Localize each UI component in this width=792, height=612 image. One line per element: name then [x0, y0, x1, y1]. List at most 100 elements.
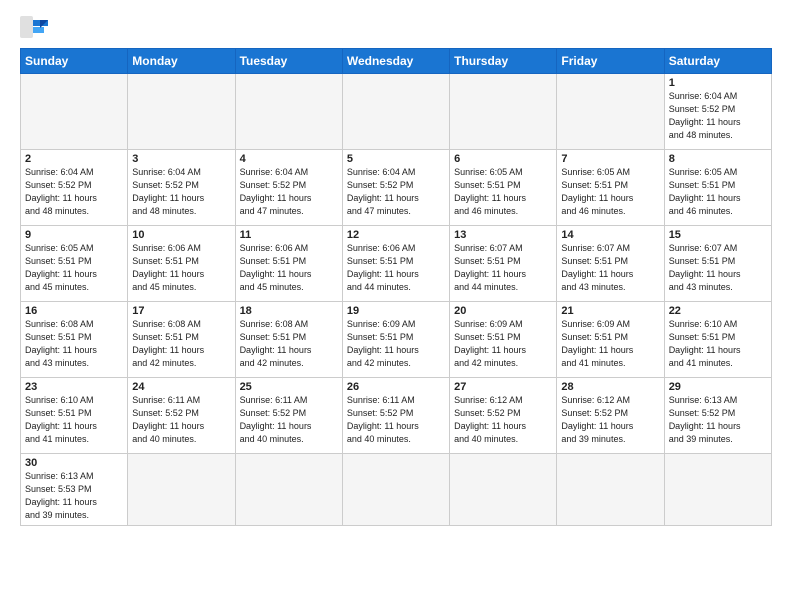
day-cell: 27Sunrise: 6:12 AM Sunset: 5:52 PM Dayli…	[450, 378, 557, 454]
day-cell: 21Sunrise: 6:09 AM Sunset: 5:51 PM Dayli…	[557, 302, 664, 378]
day-cell: 3Sunrise: 6:04 AM Sunset: 5:52 PM Daylig…	[128, 150, 235, 226]
day-number: 26	[347, 381, 445, 393]
header	[20, 16, 772, 38]
week-row-2: 2Sunrise: 6:04 AM Sunset: 5:52 PM Daylig…	[21, 150, 772, 226]
day-cell	[235, 454, 342, 526]
day-number: 22	[669, 305, 767, 317]
day-number: 19	[347, 305, 445, 317]
day-info: Sunrise: 6:11 AM Sunset: 5:52 PM Dayligh…	[347, 394, 445, 446]
day-info: Sunrise: 6:07 AM Sunset: 5:51 PM Dayligh…	[454, 242, 552, 294]
day-number: 2	[25, 153, 123, 165]
day-cell: 25Sunrise: 6:11 AM Sunset: 5:52 PM Dayli…	[235, 378, 342, 454]
day-cell: 18Sunrise: 6:08 AM Sunset: 5:51 PM Dayli…	[235, 302, 342, 378]
day-number: 6	[454, 153, 552, 165]
day-info: Sunrise: 6:07 AM Sunset: 5:51 PM Dayligh…	[669, 242, 767, 294]
day-number: 28	[561, 381, 659, 393]
day-number: 15	[669, 229, 767, 241]
day-cell: 22Sunrise: 6:10 AM Sunset: 5:51 PM Dayli…	[664, 302, 771, 378]
day-info: Sunrise: 6:13 AM Sunset: 5:53 PM Dayligh…	[25, 470, 123, 522]
day-info: Sunrise: 6:05 AM Sunset: 5:51 PM Dayligh…	[669, 166, 767, 218]
day-number: 23	[25, 381, 123, 393]
day-cell	[450, 454, 557, 526]
day-number: 7	[561, 153, 659, 165]
day-cell: 23Sunrise: 6:10 AM Sunset: 5:51 PM Dayli…	[21, 378, 128, 454]
day-number: 9	[25, 229, 123, 241]
day-cell	[342, 74, 449, 150]
day-cell: 14Sunrise: 6:07 AM Sunset: 5:51 PM Dayli…	[557, 226, 664, 302]
day-cell: 5Sunrise: 6:04 AM Sunset: 5:52 PM Daylig…	[342, 150, 449, 226]
week-row-5: 23Sunrise: 6:10 AM Sunset: 5:51 PM Dayli…	[21, 378, 772, 454]
day-cell	[128, 454, 235, 526]
day-number: 11	[240, 229, 338, 241]
day-info: Sunrise: 6:09 AM Sunset: 5:51 PM Dayligh…	[561, 318, 659, 370]
logo-icon	[20, 16, 48, 38]
day-cell: 15Sunrise: 6:07 AM Sunset: 5:51 PM Dayli…	[664, 226, 771, 302]
day-cell: 26Sunrise: 6:11 AM Sunset: 5:52 PM Dayli…	[342, 378, 449, 454]
day-info: Sunrise: 6:04 AM Sunset: 5:52 PM Dayligh…	[132, 166, 230, 218]
day-number: 5	[347, 153, 445, 165]
day-info: Sunrise: 6:04 AM Sunset: 5:52 PM Dayligh…	[347, 166, 445, 218]
weekday-header-thursday: Thursday	[450, 49, 557, 74]
day-number: 10	[132, 229, 230, 241]
day-info: Sunrise: 6:06 AM Sunset: 5:51 PM Dayligh…	[240, 242, 338, 294]
day-info: Sunrise: 6:11 AM Sunset: 5:52 PM Dayligh…	[132, 394, 230, 446]
day-number: 1	[669, 77, 767, 89]
day-cell	[557, 74, 664, 150]
day-number: 12	[347, 229, 445, 241]
calendar: SundayMondayTuesdayWednesdayThursdayFrid…	[20, 48, 772, 526]
day-cell: 2Sunrise: 6:04 AM Sunset: 5:52 PM Daylig…	[21, 150, 128, 226]
day-info: Sunrise: 6:05 AM Sunset: 5:51 PM Dayligh…	[25, 242, 123, 294]
day-number: 13	[454, 229, 552, 241]
weekday-header-wednesday: Wednesday	[342, 49, 449, 74]
day-info: Sunrise: 6:08 AM Sunset: 5:51 PM Dayligh…	[25, 318, 123, 370]
day-number: 29	[669, 381, 767, 393]
day-cell: 19Sunrise: 6:09 AM Sunset: 5:51 PM Dayli…	[342, 302, 449, 378]
day-info: Sunrise: 6:05 AM Sunset: 5:51 PM Dayligh…	[454, 166, 552, 218]
day-info: Sunrise: 6:12 AM Sunset: 5:52 PM Dayligh…	[561, 394, 659, 446]
day-number: 3	[132, 153, 230, 165]
day-info: Sunrise: 6:12 AM Sunset: 5:52 PM Dayligh…	[454, 394, 552, 446]
day-number: 27	[454, 381, 552, 393]
day-info: Sunrise: 6:04 AM Sunset: 5:52 PM Dayligh…	[25, 166, 123, 218]
day-number: 8	[669, 153, 767, 165]
day-number: 18	[240, 305, 338, 317]
day-cell: 20Sunrise: 6:09 AM Sunset: 5:51 PM Dayli…	[450, 302, 557, 378]
logo	[20, 16, 52, 38]
day-cell: 17Sunrise: 6:08 AM Sunset: 5:51 PM Dayli…	[128, 302, 235, 378]
day-info: Sunrise: 6:09 AM Sunset: 5:51 PM Dayligh…	[347, 318, 445, 370]
day-number: 24	[132, 381, 230, 393]
day-number: 21	[561, 305, 659, 317]
day-cell: 8Sunrise: 6:05 AM Sunset: 5:51 PM Daylig…	[664, 150, 771, 226]
day-number: 4	[240, 153, 338, 165]
week-row-1: 1Sunrise: 6:04 AM Sunset: 5:52 PM Daylig…	[21, 74, 772, 150]
day-info: Sunrise: 6:04 AM Sunset: 5:52 PM Dayligh…	[669, 90, 767, 142]
day-cell	[128, 74, 235, 150]
weekday-header-monday: Monday	[128, 49, 235, 74]
day-number: 25	[240, 381, 338, 393]
day-info: Sunrise: 6:10 AM Sunset: 5:51 PM Dayligh…	[669, 318, 767, 370]
day-info: Sunrise: 6:11 AM Sunset: 5:52 PM Dayligh…	[240, 394, 338, 446]
day-cell	[235, 74, 342, 150]
day-cell: 29Sunrise: 6:13 AM Sunset: 5:52 PM Dayli…	[664, 378, 771, 454]
day-info: Sunrise: 6:05 AM Sunset: 5:51 PM Dayligh…	[561, 166, 659, 218]
day-cell: 24Sunrise: 6:11 AM Sunset: 5:52 PM Dayli…	[128, 378, 235, 454]
weekday-header-friday: Friday	[557, 49, 664, 74]
day-info: Sunrise: 6:09 AM Sunset: 5:51 PM Dayligh…	[454, 318, 552, 370]
weekday-header-row: SundayMondayTuesdayWednesdayThursdayFrid…	[21, 49, 772, 74]
day-cell: 13Sunrise: 6:07 AM Sunset: 5:51 PM Dayli…	[450, 226, 557, 302]
day-info: Sunrise: 6:13 AM Sunset: 5:52 PM Dayligh…	[669, 394, 767, 446]
day-info: Sunrise: 6:06 AM Sunset: 5:51 PM Dayligh…	[132, 242, 230, 294]
day-number: 14	[561, 229, 659, 241]
day-cell: 28Sunrise: 6:12 AM Sunset: 5:52 PM Dayli…	[557, 378, 664, 454]
day-number: 17	[132, 305, 230, 317]
day-cell: 7Sunrise: 6:05 AM Sunset: 5:51 PM Daylig…	[557, 150, 664, 226]
week-row-3: 9Sunrise: 6:05 AM Sunset: 5:51 PM Daylig…	[21, 226, 772, 302]
day-number: 16	[25, 305, 123, 317]
day-cell: 9Sunrise: 6:05 AM Sunset: 5:51 PM Daylig…	[21, 226, 128, 302]
day-info: Sunrise: 6:04 AM Sunset: 5:52 PM Dayligh…	[240, 166, 338, 218]
week-row-6: 30Sunrise: 6:13 AM Sunset: 5:53 PM Dayli…	[21, 454, 772, 526]
day-info: Sunrise: 6:10 AM Sunset: 5:51 PM Dayligh…	[25, 394, 123, 446]
day-cell: 11Sunrise: 6:06 AM Sunset: 5:51 PM Dayli…	[235, 226, 342, 302]
day-info: Sunrise: 6:08 AM Sunset: 5:51 PM Dayligh…	[240, 318, 338, 370]
weekday-header-tuesday: Tuesday	[235, 49, 342, 74]
